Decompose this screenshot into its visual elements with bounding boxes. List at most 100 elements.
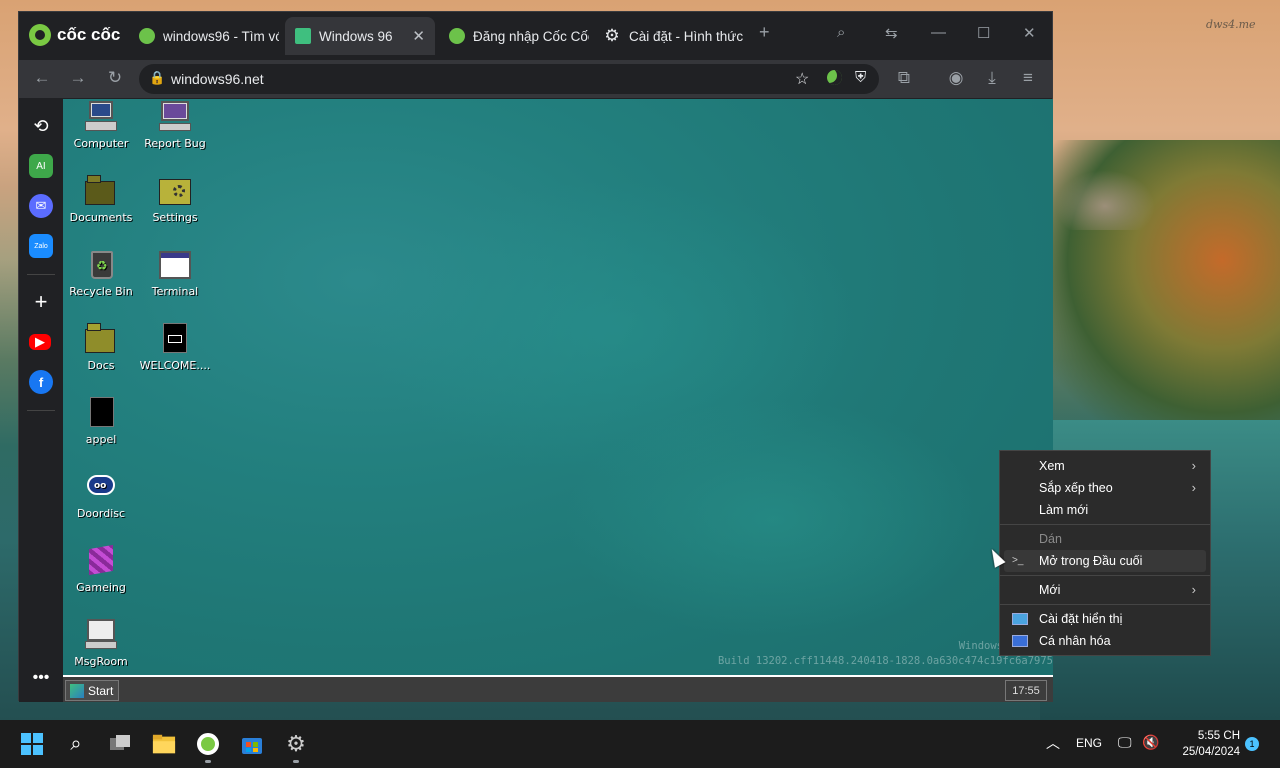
zalo-icon[interactable]: Zalo xyxy=(29,234,53,258)
tab-windows96[interactable]: Windows 96 ✕ xyxy=(285,17,435,55)
search-icon[interactable]: ⌕ xyxy=(64,732,88,756)
desktop-icon-doordisc[interactable]: oo Doordisc xyxy=(63,471,141,520)
desktop-icon-settings[interactable]: Settings xyxy=(135,175,215,224)
system-clock[interactable]: 5:55 CH 25/04/2024 xyxy=(1172,728,1240,760)
sidebar-divider xyxy=(27,410,55,411)
sidebar-toggle-icon[interactable]: ⇆ xyxy=(885,24,898,42)
sidebar-divider xyxy=(27,274,55,275)
settings-folder-icon xyxy=(159,175,191,207)
browser-brand[interactable]: cốc cốc xyxy=(29,24,120,46)
close-window-icon[interactable]: ✕ xyxy=(1023,24,1036,42)
personalize-icon xyxy=(1012,635,1028,647)
download-icon[interactable]: ⤓ xyxy=(981,68,1003,88)
menu-item-sort-by[interactable]: Sắp xếp theo › xyxy=(1004,477,1206,499)
new-tab-icon[interactable]: + xyxy=(759,22,770,43)
more-icon[interactable]: ••• xyxy=(29,666,53,690)
menu-item-display-settings[interactable]: Cài đặt hiển thị xyxy=(1004,608,1206,630)
back-icon[interactable]: ← xyxy=(31,68,53,88)
network-icon[interactable]: 🖵 xyxy=(1118,734,1132,751)
menu-item-open-in-terminal[interactable]: >_ Mở trong Đầu cuối xyxy=(1004,550,1206,572)
lock-icon[interactable]: 🔒 xyxy=(149,70,165,86)
start-button[interactable]: Start xyxy=(65,680,119,701)
youtube-icon[interactable]: ▶ xyxy=(29,334,51,350)
markdown-file-icon xyxy=(159,323,191,355)
clock-date: 25/04/2024 xyxy=(1182,746,1240,758)
volume-muted-icon[interactable]: 🔇 xyxy=(1142,734,1159,751)
tab-settings[interactable]: ⚙ Cài đặt - Hình thức xyxy=(593,17,743,55)
desktop-icon-documents[interactable]: Documents xyxy=(63,175,141,224)
tab-label: Cài đặt - Hình thức xyxy=(629,28,743,44)
doordisc-icon: oo xyxy=(85,471,117,503)
desktop-icon-gameing[interactable]: Gameing xyxy=(63,544,141,594)
bookmark-star-icon[interactable]: ☆ xyxy=(795,69,809,89)
windows96-taskbar: Start 17:55 xyxy=(63,675,1053,702)
extensions-icon[interactable]: ⧉ xyxy=(893,68,915,88)
desktop-icon-appel[interactable]: appel xyxy=(63,397,141,446)
terminal-icon: >_ xyxy=(1012,555,1024,566)
tab-login[interactable]: Đăng nhập Cốc Cốc xyxy=(439,17,589,55)
desktop-icon-recycle-bin[interactable]: ♻ Recycle Bin xyxy=(63,249,141,298)
desktop-icon-welcome[interactable]: WELCOME.... xyxy=(135,323,215,372)
terminal-icon xyxy=(159,249,191,281)
address-bar[interactable]: 🔒 windows96.net ☆ ⛨ xyxy=(139,64,879,94)
messenger-icon[interactable]: ✉ xyxy=(29,194,53,218)
windows-start-icon[interactable] xyxy=(20,732,44,756)
coccoc-favicon-icon xyxy=(449,28,465,44)
folder-icon xyxy=(85,175,117,207)
msgroom-icon xyxy=(85,619,117,651)
running-indicator xyxy=(293,760,299,763)
windows96-favicon-icon xyxy=(295,28,311,44)
file-icon xyxy=(85,397,117,429)
watermark: dws4.me xyxy=(1206,18,1256,31)
desktop-icon-msgroom[interactable]: MsgRoom xyxy=(63,619,141,668)
windows96-logo-icon xyxy=(70,683,84,698)
dark-mode-icon[interactable] xyxy=(827,70,842,85)
desktop-icon-terminal[interactable]: Terminal xyxy=(135,249,215,298)
desktop-background-texture xyxy=(563,399,983,639)
tab-bar: cốc cốc windows96 - Tìm vớ Windows 96 ✕ … xyxy=(19,12,1052,60)
chevron-up-icon[interactable]: ︿ xyxy=(1046,733,1060,753)
running-indicator xyxy=(205,760,211,763)
browser-window: cốc cốc windows96 - Tìm vớ Windows 96 ✕ … xyxy=(18,11,1053,702)
file-explorer-icon[interactable] xyxy=(152,732,176,756)
minimize-icon[interactable]: — xyxy=(931,24,946,41)
store-icon[interactable] xyxy=(240,732,264,756)
facebook-icon[interactable]: f xyxy=(29,370,53,394)
profile-icon[interactable]: ◉ xyxy=(945,68,967,88)
reload-icon[interactable]: ↻ xyxy=(104,68,126,88)
desktop-icon-docs[interactable]: Docs xyxy=(63,323,141,372)
windows96-desktop[interactable]: Computer Report Bug Documents Settings ♻… xyxy=(63,99,1053,702)
coccoc-taskbar-icon[interactable] xyxy=(196,732,220,763)
tab-search-icon[interactable]: ⌕ xyxy=(837,24,845,41)
notification-badge[interactable]: 1 xyxy=(1245,737,1259,751)
gameing-cube-icon xyxy=(85,544,117,577)
settings-gear-icon[interactable]: ⚙ xyxy=(284,731,308,763)
add-icon[interactable]: + xyxy=(29,289,53,314)
close-tab-icon[interactable]: ✕ xyxy=(412,27,425,45)
menu-item-personalize[interactable]: Cá nhân hóa xyxy=(1004,630,1206,652)
windows96-clock: 17:55 xyxy=(1005,680,1047,701)
chevron-right-icon: › xyxy=(1191,480,1196,495)
adblock-shield-icon[interactable]: ⛨ xyxy=(855,69,866,86)
display-icon xyxy=(1012,613,1028,625)
tab-search[interactable]: windows96 - Tìm vớ xyxy=(129,17,279,55)
task-view-icon[interactable] xyxy=(108,732,132,756)
language-indicator[interactable]: ENG xyxy=(1076,736,1102,750)
maximize-icon[interactable]: ☐ xyxy=(977,24,990,42)
tab-label: Windows 96 xyxy=(319,28,393,44)
menu-item-new[interactable]: Mới › xyxy=(1004,579,1206,601)
ai-icon[interactable]: AI xyxy=(29,154,53,178)
menu-item-view[interactable]: Xem › xyxy=(1004,455,1206,477)
history-icon[interactable]: ⟲ xyxy=(29,114,53,138)
desktop-icon-computer[interactable]: Computer xyxy=(63,101,141,150)
forward-icon[interactable]: → xyxy=(67,68,89,88)
browser-sidebar: ⟲ AI ✉ Zalo + ▶ f ••• xyxy=(19,98,63,702)
menu-icon[interactable]: ≡ xyxy=(1017,68,1039,88)
menu-divider xyxy=(1000,524,1210,525)
menu-item-refresh[interactable]: Làm mới xyxy=(1004,499,1206,521)
url-text[interactable]: windows96.net xyxy=(171,71,264,87)
tab-label: windows96 - Tìm vớ xyxy=(163,28,279,44)
chevron-right-icon: › xyxy=(1191,582,1196,597)
clock-time: 5:55 CH xyxy=(1197,730,1240,742)
desktop-icon-report-bug[interactable]: Report Bug xyxy=(135,101,215,150)
